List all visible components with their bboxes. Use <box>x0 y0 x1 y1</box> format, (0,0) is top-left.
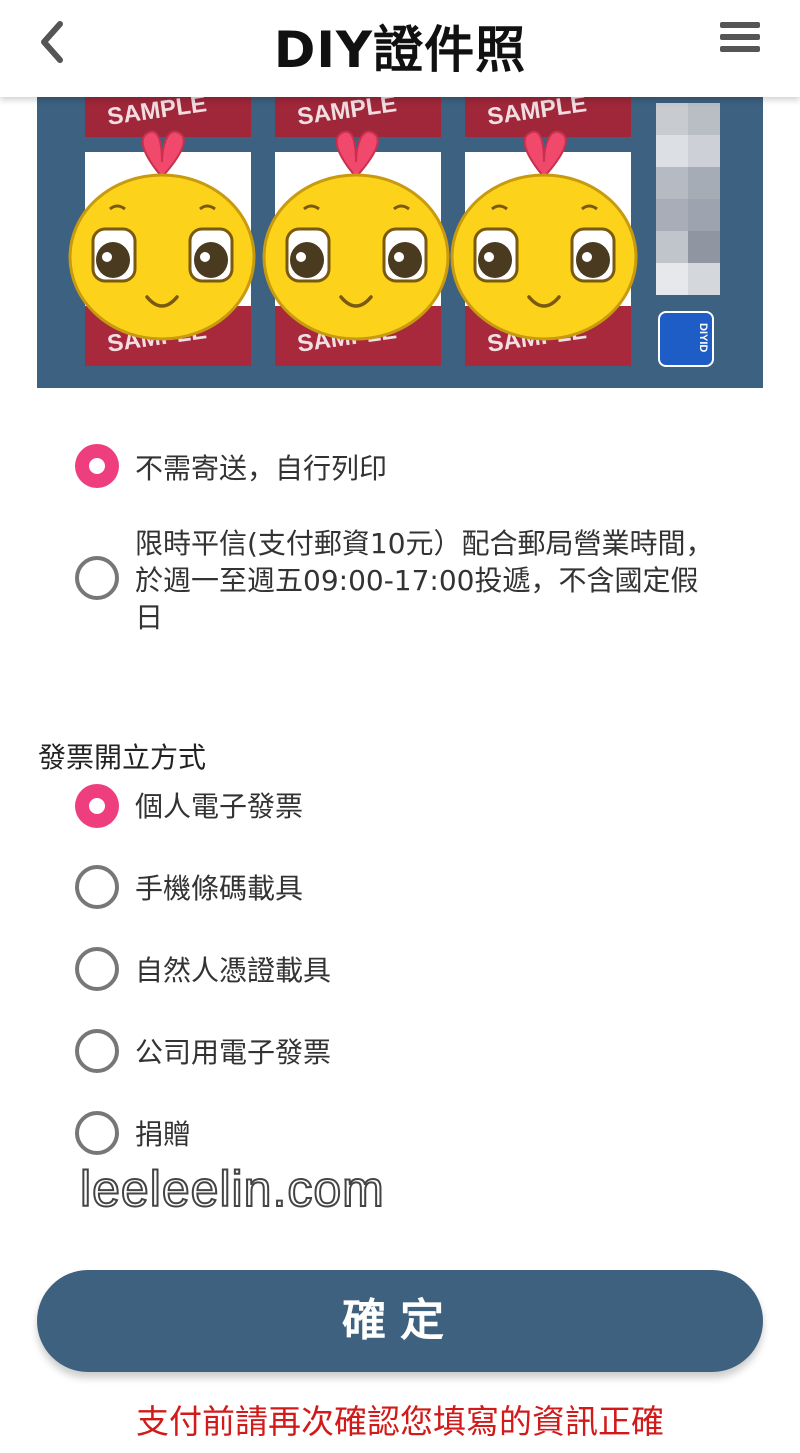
option-donation-label: 捐贈 <box>135 1118 192 1151</box>
radio-company-e-invoice[interactable] <box>75 1029 119 1073</box>
invoice-section-title: 發票開立方式 <box>38 741 207 774</box>
radio-personal-e-invoice[interactable] <box>75 784 119 828</box>
diyid-logo-label: DIYID <box>697 323 709 353</box>
menu-button[interactable] <box>716 18 766 62</box>
hamburger-menu-icon <box>720 22 760 28</box>
pixelated-photo-strip <box>656 103 720 295</box>
option-personal-e-invoice-label: 個人電子發票 <box>135 790 304 823</box>
radio-citizen-certificate[interactable] <box>75 947 119 991</box>
option-company-e-invoice-label: 公司用電子發票 <box>135 1036 332 1069</box>
radio-donation[interactable] <box>75 1111 119 1155</box>
photo-preview: SAMPLE SAMPLE SAMPLE SAMPLE SAMPLE SAMPL… <box>37 97 763 388</box>
option-postal-mail-label: 限時平信(支付郵資10元）配合郵局營業時間，於週一至週五09:00-17:00投… <box>135 527 714 634</box>
radio-mobile-barcode[interactable] <box>75 865 119 909</box>
payment-warning-text: 支付前請再次確認您填寫的資訊正確 <box>136 1402 664 1441</box>
chick-emoji-icon <box>68 130 256 341</box>
site-watermark: leeleelin.com <box>79 1160 385 1218</box>
radio-self-print[interactable] <box>75 444 119 488</box>
option-self-print-label: 不需寄送，自行列印 <box>135 452 388 485</box>
option-citizen-certificate-label: 自然人憑證載具 <box>135 954 332 987</box>
app-header: DIY證件照 <box>0 0 800 97</box>
radio-postal-mail[interactable] <box>75 556 119 600</box>
diyid-logo: DIYID <box>658 311 714 367</box>
chick-emoji-icon <box>262 130 450 341</box>
page-title: DIY證件照 <box>273 21 527 79</box>
option-mobile-barcode-label: 手機條碼載具 <box>135 872 304 905</box>
chick-emoji-icon <box>450 130 638 341</box>
confirm-button[interactable]: 確定 <box>37 1270 763 1372</box>
